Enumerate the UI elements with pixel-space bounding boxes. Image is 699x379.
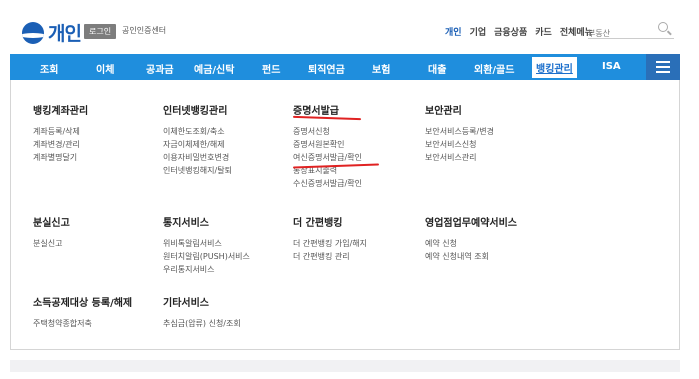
menu-link-loan-certificate[interactable]: 여신증명서발급/확인 [293,151,362,164]
menu-col-other-services: 기타서비스 추심금(압류) 신청/조회 [163,294,241,330]
menu-link[interactable]: 원터치알림(PUSH)서비스 [163,250,250,263]
nav-deposit[interactable]: 예금/신탁 [194,61,234,76]
menu-link[interactable]: 예약 신청내역 조회 [425,250,517,263]
search-box [588,21,674,39]
login-button[interactable]: 로그인 [84,24,117,39]
menu-title[interactable]: 더 간편뱅킹 [293,214,367,229]
menu-link[interactable]: 보안서비스관리 [425,151,494,164]
menu-link[interactable]: 더 간편뱅킹 관리 [293,250,367,263]
menu-link[interactable]: 더 간편뱅킹 가입/해지 [293,237,367,250]
menu-link[interactable]: 보안서비스신청 [425,138,494,151]
panel-footer-strip [10,360,680,372]
nav-fund[interactable]: 펀드 [262,61,280,76]
menu-link[interactable]: 우리통지서비스 [163,263,250,276]
menu-link[interactable]: 예약 신청 [425,237,517,250]
menu-link[interactable]: 이체한도조회/축소 [163,125,232,138]
menu-title[interactable]: 기타서비스 [163,294,241,309]
menu-link[interactable]: 추심금(압류) 신청/조회 [163,317,241,330]
hamburger-icon[interactable] [646,54,680,80]
nav-transfer[interactable]: 이체 [96,61,114,76]
nav-utility[interactable]: 공과금 [146,61,174,76]
nav-isa[interactable]: ISA [602,61,621,72]
menu-link[interactable]: 증명서원본확인 [293,138,362,151]
menu-title[interactable]: 뱅킹계좌관리 [33,102,88,117]
logo[interactable]: 개인 [22,19,82,46]
menu-link[interactable]: 분실신고 [33,237,70,250]
menu-title[interactable]: 통지서비스 [163,214,250,229]
menu-title[interactable]: 영업점업무예약서비스 [425,214,517,229]
nav-banking-mgmt[interactable]: 뱅킹관리 [532,57,577,78]
menu-title[interactable]: 소득공제대상 등록/해제 [33,294,132,309]
menu-col-tax-deduction: 소득공제대상 등록/해제 주택청약종합저축 [33,294,132,330]
menu-col-security: 보안관리 보안서비스등록/변경 보안서비스신청 보안서비스관리 [425,102,494,164]
menu-col-easy-banking: 더 간편뱅킹 더 간편뱅킹 가입/해지 더 간편뱅킹 관리 [293,214,367,263]
menu-link[interactable]: 인터넷뱅킹해지/탈퇴 [163,164,232,177]
mega-menu-panel: 뱅킹계좌관리 계좌등록/삭제 계좌변경/관리 계좌별명달기 인터넷뱅킹관리 이체… [10,80,680,350]
menu-link[interactable]: 수신증명서발급/확인 [293,177,362,190]
top-nav: 개인 기업 금융상품 카드 전체메뉴 [445,25,593,38]
top-nav-card[interactable]: 카드 [535,25,552,38]
menu-link[interactable]: 주택청약종합저축 [33,317,132,330]
menu-link[interactable]: 이용자비밀번호변경 [163,151,232,164]
menu-title[interactable]: 인터넷뱅킹관리 [163,102,232,117]
nav-inquiry[interactable]: 조회 [40,61,58,76]
menu-link[interactable]: 위비톡알림서비스 [163,237,250,250]
top-nav-personal[interactable]: 개인 [445,25,462,38]
cert-center-link[interactable]: 공인인증센터 [122,25,166,36]
menu-link[interactable]: 계좌별명달기 [33,151,88,164]
menu-link[interactable]: 계좌변경/관리 [33,138,88,151]
menu-link[interactable]: 계좌등록/삭제 [33,125,88,138]
menu-col-account-mgmt: 뱅킹계좌관리 계좌등록/삭제 계좌변경/관리 계좌별명달기 [33,102,88,164]
logo-icon [22,21,44,44]
header: 개인 로그인 공인인증센터 개인 기업 금융상품 카드 전체메뉴 [0,0,699,54]
search-icon[interactable] [658,22,668,32]
menu-col-lost-report: 분실신고 분실신고 [33,214,70,250]
top-nav-business[interactable]: 기업 [470,25,487,38]
menu-title[interactable]: 분실신고 [33,214,70,229]
nav-insurance[interactable]: 보험 [372,61,390,76]
top-nav-products[interactable]: 금융상품 [494,25,527,38]
nav-forex-gold[interactable]: 외환/골드 [474,61,514,76]
logo-text: 개인 [48,23,82,45]
menu-title[interactable]: 증명서발급 [293,102,362,117]
menu-col-internet-banking: 인터넷뱅킹관리 이체한도조회/축소 자금이체제한/해제 이용자비밀번호변경 인터… [163,102,232,177]
menu-link[interactable]: 자금이체제한/해제 [163,138,232,151]
main-nav: 조회 이체 공과금 예금/신탁 펀드 퇴직연금 보험 대출 외환/골드 뱅킹관리… [10,54,680,80]
menu-col-reservation: 영업점업무예약서비스 예약 신청 예약 신청내역 조회 [425,214,517,263]
menu-title[interactable]: 보안관리 [425,102,494,117]
search-input[interactable] [588,29,654,38]
menu-col-notification: 통지서비스 위비톡알림서비스 원터치알림(PUSH)서비스 우리통지서비스 [163,214,250,276]
nav-loan[interactable]: 대출 [428,61,446,76]
menu-link[interactable]: 보안서비스등록/변경 [425,125,494,138]
menu-link[interactable]: 증명서신청 [293,125,362,138]
nav-pension[interactable]: 퇴직연금 [308,61,345,76]
